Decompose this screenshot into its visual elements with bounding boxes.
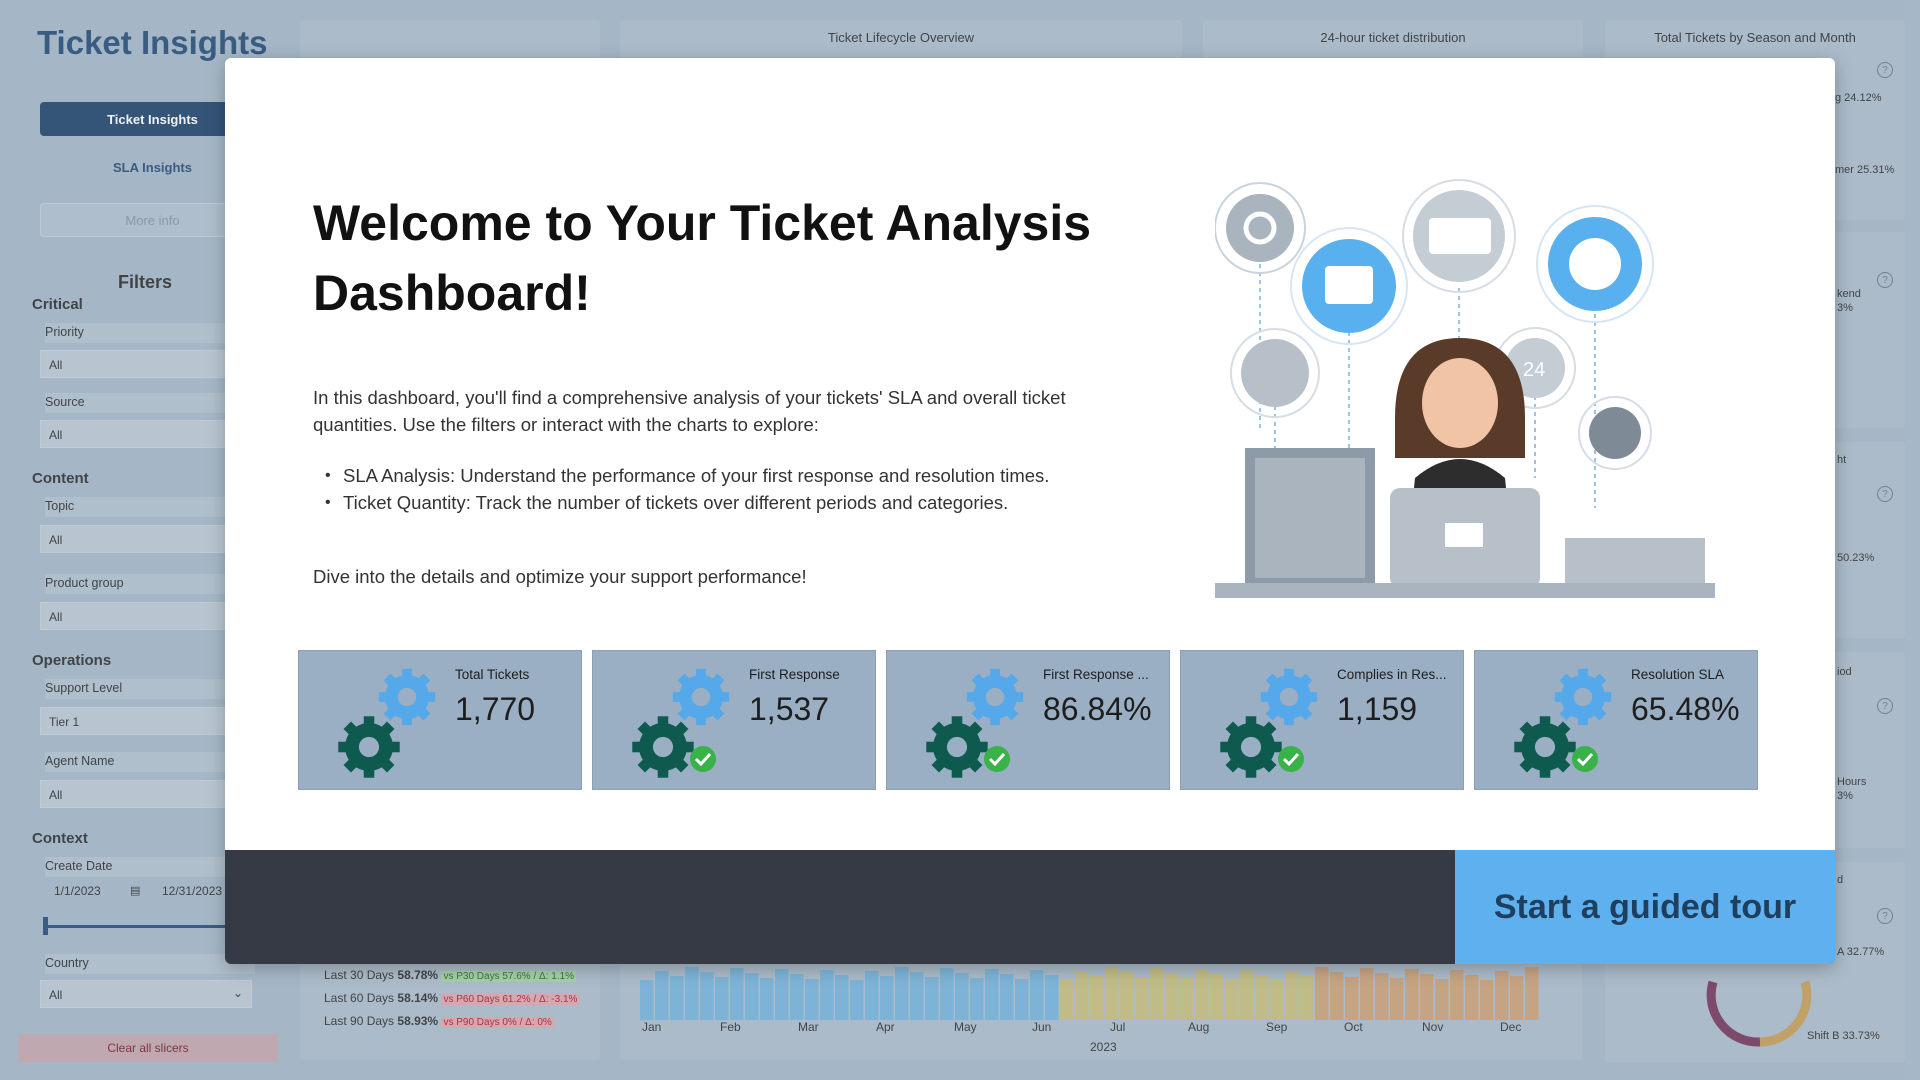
kpi-card[interactable]: First Response ... 86.84%	[886, 650, 1170, 790]
bullet-quantity: Ticket Quantity: Track the number of tic…	[325, 489, 1123, 516]
gear-icon	[926, 668, 1024, 778]
kpi-value: 1,159	[1337, 691, 1418, 727]
kpi-label: First Response	[749, 667, 840, 682]
kpi-card[interactable]: First Response 1,537	[592, 650, 876, 790]
kpi-label: Total Tickets	[455, 667, 530, 682]
kpi-card[interactable]: Total Tickets 1,770	[298, 650, 582, 790]
kpi-card[interactable]: Complies in Res... 1,159	[1180, 650, 1464, 790]
support-agent-illustration: 24	[1215, 179, 1715, 598]
bullet-sla: SLA Analysis: Understand the performance…	[325, 462, 1123, 489]
kpi-label: Resolution SLA	[1631, 667, 1725, 682]
modal-intro: In this dashboard, you'll find a compreh…	[313, 387, 1066, 435]
modal-title: Welcome to Your Ticket Analysis Dashboar…	[313, 195, 1092, 321]
kpi-label: Complies in Res...	[1337, 667, 1447, 682]
kpi-value: 1,537	[749, 691, 830, 727]
kpi-value: 1,770	[455, 691, 536, 727]
gear-icon	[1514, 668, 1612, 778]
kpi-card[interactable]: Resolution SLA 65.48%	[1474, 650, 1758, 790]
kpi-row: Total Tickets 1,770 First Response 1,537 Fir…	[298, 650, 1760, 790]
start-tour-button[interactable]: Start a guided tour	[1455, 850, 1835, 964]
gear-icon	[632, 668, 730, 778]
gear-icon	[1220, 668, 1318, 778]
modal-bullets: SLA Analysis: Understand the performance…	[325, 462, 1123, 516]
kpi-value: 65.48%	[1631, 691, 1740, 727]
24h-icon: 24	[1523, 359, 1545, 381]
modal-outro: Dive into the details and optimize your …	[313, 566, 807, 587]
welcome-modal: Welcome to Your Ticket Analysis Dashboar…	[225, 58, 1835, 964]
modal-footer: Start a guided tour	[225, 850, 1835, 964]
kpi-value: 86.84%	[1043, 691, 1152, 727]
kpi-label: First Response ...	[1043, 667, 1149, 682]
gear-icon	[338, 668, 436, 778]
